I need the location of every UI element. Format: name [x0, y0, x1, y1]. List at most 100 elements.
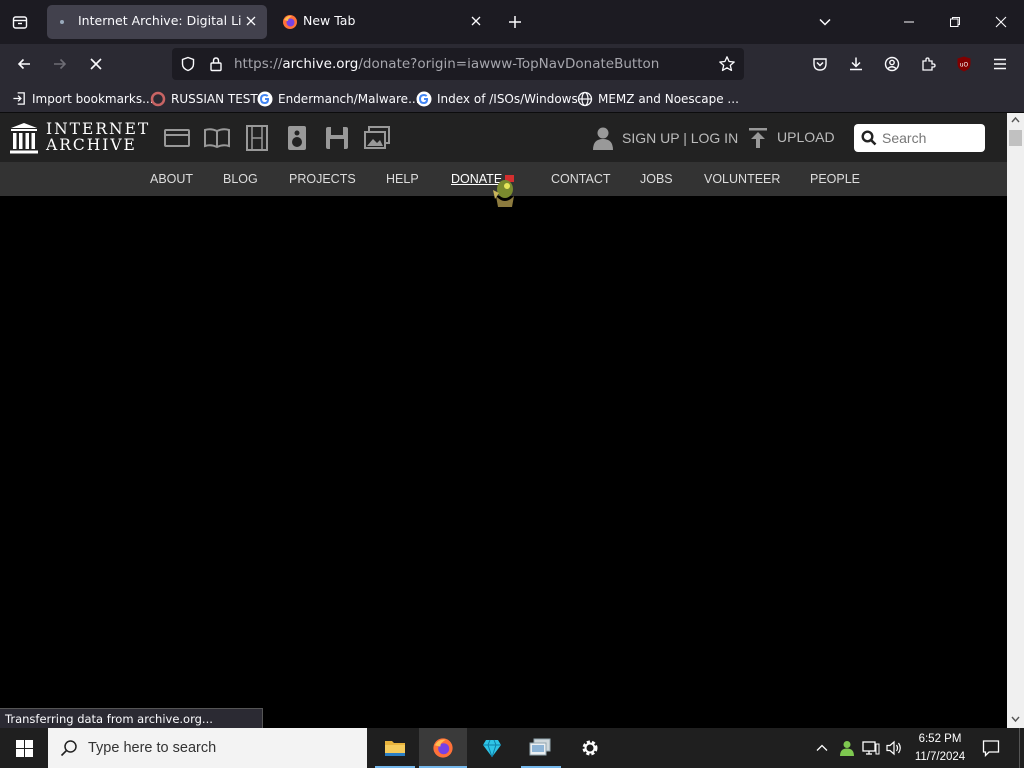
url-scheme: https://	[234, 56, 283, 72]
restore-button[interactable]	[932, 0, 978, 44]
vertical-scrollbar[interactable]	[1007, 113, 1024, 728]
texts-book-icon[interactable]	[204, 125, 230, 151]
url-path: /donate?origin=iawww-TopNavDonateButton	[358, 56, 660, 72]
taskbar-search-box[interactable]: Type here to search	[48, 728, 367, 768]
url-bar[interactable]: https://archive.org/donate?origin=iawww-…	[172, 48, 744, 80]
downloads-icon[interactable]	[840, 48, 872, 80]
bookmark-russian-test[interactable]: RUSSIAN TEST	[150, 85, 258, 112]
pocket-icon[interactable]	[804, 48, 836, 80]
search-icon	[60, 739, 78, 757]
web-page-content: INTERNET ARCHIVE SIGN UP | LOG IN UPLOAD	[0, 113, 1007, 710]
upload-icon[interactable]	[748, 127, 768, 149]
nav-help[interactable]: HELP	[386, 162, 419, 196]
status-panel: Transferring data from archive.org...	[0, 708, 263, 728]
search-icon[interactable]	[861, 130, 877, 146]
tab-title: New Tab	[303, 13, 356, 28]
internet-archive-logo-text[interactable]: INTERNET ARCHIVE	[46, 121, 150, 153]
tab-strip: Internet Archive: Digital Library New Ta…	[0, 0, 1024, 44]
bookmark-import[interactable]: Import bookmarks...	[12, 85, 154, 112]
web-archive-icon[interactable]	[164, 125, 190, 151]
bookmark-star-icon[interactable]	[718, 55, 736, 73]
nav-people[interactable]: PEOPLE	[810, 162, 860, 196]
firefox-icon	[282, 14, 298, 30]
scroll-thumb[interactable]	[1009, 130, 1022, 146]
clock-time: 6:52 PM	[918, 733, 962, 745]
account-icon[interactable]	[876, 48, 908, 80]
scroll-down-arrow-icon[interactable]	[1011, 715, 1020, 723]
google-icon	[416, 91, 432, 106]
nav-contact[interactable]: CONTACT	[551, 162, 611, 196]
tab-new-tab[interactable]: New Tab	[274, 5, 492, 39]
windows-start-icon[interactable]	[0, 728, 48, 768]
user-tray-icon[interactable]	[838, 739, 856, 757]
list-all-tabs-chevron-down-icon[interactable]	[812, 9, 838, 35]
bookmark-label: Index of /ISOs/Windows	[437, 91, 578, 106]
settings-gear-icon[interactable]	[566, 728, 614, 768]
nav-volunteer[interactable]: VOLUNTEER	[704, 162, 780, 196]
ia-top-nav: INTERNET ARCHIVE SIGN UP | LOG IN UPLOAD	[0, 113, 1007, 162]
scroll-up-arrow-icon[interactable]	[1011, 116, 1020, 124]
url-text[interactable]: https://archive.org/donate?origin=iawww-…	[234, 48, 659, 80]
show-desktop-button[interactable]	[1019, 728, 1020, 768]
site-search-box[interactable]	[854, 124, 985, 152]
bookmark-endermanch[interactable]: Endermanch/Malware...	[257, 85, 420, 112]
notification-center-icon[interactable]	[982, 739, 1000, 757]
url-host: archive.org	[282, 56, 359, 72]
custom-cursor-icon	[490, 176, 520, 208]
network-tray-icon[interactable]	[862, 740, 880, 756]
import-icon	[13, 92, 25, 105]
software-floppy-icon[interactable]	[324, 125, 350, 151]
network-computer-icon[interactable]	[517, 728, 565, 768]
volume-speaker-icon[interactable]	[885, 740, 903, 756]
audio-speaker-icon[interactable]	[284, 125, 310, 151]
ublock-origin-icon[interactable]: uO	[948, 48, 980, 80]
minimize-button[interactable]	[886, 0, 932, 44]
user-avatar-icon[interactable]	[592, 126, 614, 150]
tab-list-icon[interactable]	[6, 8, 34, 36]
logo-line-1: INTERNET	[46, 120, 151, 138]
gem-app-icon[interactable]	[468, 728, 516, 768]
bookmark-favicon	[150, 91, 166, 106]
bookmark-memz[interactable]: MEMZ and Noescape ...	[577, 85, 739, 112]
lock-icon[interactable]	[208, 56, 224, 72]
nav-jobs[interactable]: JOBS	[640, 162, 673, 196]
video-film-icon[interactable]	[244, 125, 270, 151]
tab-internet-archive[interactable]: Internet Archive: Digital Library	[47, 5, 267, 39]
file-explorer-icon[interactable]	[371, 728, 419, 768]
signup-login-link[interactable]: SIGN UP | LOG IN	[622, 113, 738, 163]
bookmark-index-isos[interactable]: Index of /ISOs/Windows	[416, 85, 578, 112]
logo-line-2: ARCHIVE	[46, 136, 137, 154]
nav-about[interactable]: ABOUT	[150, 162, 193, 196]
close-tab-icon[interactable]	[468, 13, 484, 29]
tab-title: Internet Archive: Digital Library	[78, 13, 242, 28]
firefox-taskbar-icon[interactable]	[419, 728, 467, 768]
show-hidden-icons-chevron-up-icon[interactable]	[814, 740, 830, 756]
upload-link[interactable]: UPLOAD	[777, 113, 835, 162]
globe-icon	[577, 91, 593, 106]
nav-projects[interactable]: PROJECTS	[289, 162, 356, 196]
system-clock[interactable]: 6:52 PM 11/7/2024	[905, 730, 975, 766]
extensions-puzzle-icon[interactable]	[912, 48, 944, 80]
close-tab-icon[interactable]	[243, 13, 259, 29]
bookmark-label: RUSSIAN TEST	[171, 91, 258, 106]
windows-taskbar: Type here to search 6:52 PM 11/7/2024	[0, 728, 1024, 768]
images-icon[interactable]	[364, 125, 390, 151]
back-button[interactable]	[8, 48, 40, 80]
new-tab-button[interactable]	[502, 9, 528, 35]
clock-date: 11/7/2024	[914, 751, 966, 763]
google-icon	[257, 91, 273, 106]
stop-loading-button[interactable]	[80, 48, 112, 80]
ia-sub-nav: ABOUT BLOG PROJECTS HELP DONATE CONTACT …	[0, 162, 1007, 207]
close-window-button[interactable]	[978, 0, 1024, 44]
forward-button[interactable]	[44, 48, 76, 80]
bookmark-label: MEMZ and Noescape ...	[598, 91, 739, 106]
search-input[interactable]	[882, 128, 978, 148]
svg-text:uO: uO	[960, 62, 969, 69]
hamburger-menu-icon[interactable]	[984, 48, 1016, 80]
tracking-protection-shield-icon[interactable]	[180, 56, 196, 72]
tab-loading-icon	[60, 20, 64, 24]
navigation-toolbar: https://archive.org/donate?origin=iawww-…	[0, 44, 1024, 85]
taskbar-search-placeholder: Type here to search	[88, 740, 217, 756]
internet-archive-logo-icon[interactable]	[10, 122, 38, 154]
nav-blog[interactable]: BLOG	[223, 162, 258, 196]
